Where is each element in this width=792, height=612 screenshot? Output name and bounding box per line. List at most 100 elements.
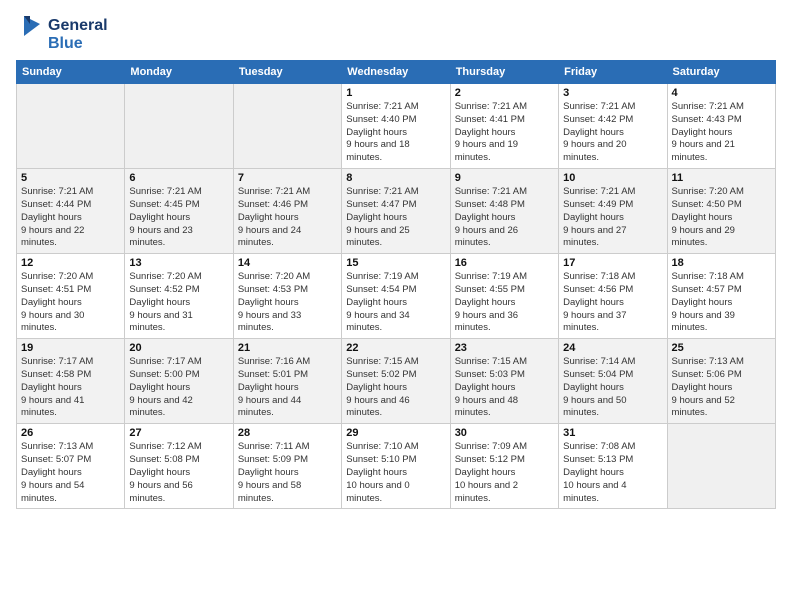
- day-number: 16: [455, 257, 554, 269]
- day-number: 14: [238, 257, 337, 269]
- day-info: Sunrise: 7:21 AMSunset: 4:49 PMDaylight …: [563, 186, 662, 250]
- calendar-week-5: 26 Sunrise: 7:13 AMSunset: 5:07 PMDayligh…: [17, 424, 776, 509]
- calendar-cell: 8 Sunrise: 7:21 AMSunset: 4:47 PMDaylight…: [342, 169, 450, 254]
- day-info: Sunrise: 7:19 AMSunset: 4:55 PMDaylight …: [455, 271, 554, 335]
- calendar-cell: 29 Sunrise: 7:10 AMSunset: 5:10 PMDayligh…: [342, 424, 450, 509]
- day-number: 19: [21, 342, 120, 354]
- day-info: Sunrise: 7:17 AMSunset: 5:00 PMDaylight …: [129, 356, 228, 420]
- day-info: Sunrise: 7:10 AMSunset: 5:10 PMDaylight …: [346, 441, 445, 505]
- calendar-cell: 15 Sunrise: 7:19 AMSunset: 4:54 PMDayligh…: [342, 254, 450, 339]
- logo-svg: General Blue: [16, 10, 126, 54]
- day-number: 23: [455, 342, 554, 354]
- day-number: 29: [346, 427, 445, 439]
- day-number: 4: [672, 87, 771, 99]
- weekday-header-monday: Monday: [125, 61, 233, 84]
- calendar-cell: 12 Sunrise: 7:20 AMSunset: 4:51 PMDayligh…: [17, 254, 125, 339]
- day-number: 13: [129, 257, 228, 269]
- day-info: Sunrise: 7:19 AMSunset: 4:54 PMDaylight …: [346, 271, 445, 335]
- day-info: Sunrise: 7:21 AMSunset: 4:43 PMDaylight …: [672, 101, 771, 165]
- weekday-header-saturday: Saturday: [667, 61, 775, 84]
- svg-text:General: General: [48, 17, 108, 34]
- calendar-cell: 10 Sunrise: 7:21 AMSunset: 4:49 PMDayligh…: [559, 169, 667, 254]
- calendar-cell: 26 Sunrise: 7:13 AMSunset: 5:07 PMDayligh…: [17, 424, 125, 509]
- day-info: Sunrise: 7:21 AMSunset: 4:42 PMDaylight …: [563, 101, 662, 165]
- day-number: 25: [672, 342, 771, 354]
- day-number: 22: [346, 342, 445, 354]
- day-number: 6: [129, 172, 228, 184]
- calendar-cell: 17Sunrise: 7:18 AMSunset: 4:56 PMDayligh…: [559, 254, 667, 339]
- day-info: Sunrise: 7:20 AMSunset: 4:50 PMDaylight …: [672, 186, 771, 250]
- calendar-cell: 4 Sunrise: 7:21 AMSunset: 4:43 PMDaylight…: [667, 84, 775, 169]
- calendar-cell: 22Sunrise: 7:15 AMSunset: 5:02 PMDayligh…: [342, 339, 450, 424]
- day-info: Sunrise: 7:21 AMSunset: 4:41 PMDaylight …: [455, 101, 554, 165]
- calendar-cell: 7 Sunrise: 7:21 AMSunset: 4:46 PMDaylight…: [233, 169, 341, 254]
- day-info: Sunrise: 7:21 AMSunset: 4:47 PMDaylight …: [346, 186, 445, 250]
- calendar-cell: 5 Sunrise: 7:21 AMSunset: 4:44 PMDaylight…: [17, 169, 125, 254]
- calendar-cell: [17, 84, 125, 169]
- day-number: 21: [238, 342, 337, 354]
- day-number: 5: [21, 172, 120, 184]
- calendar-cell: 18 Sunrise: 7:18 AMSunset: 4:57 PMDayligh…: [667, 254, 775, 339]
- day-number: 9: [455, 172, 554, 184]
- day-number: 28: [238, 427, 337, 439]
- calendar-cell: [667, 424, 775, 509]
- weekday-header-sunday: Sunday: [17, 61, 125, 84]
- day-info: Sunrise: 7:21 AMSunset: 4:44 PMDaylight …: [21, 186, 120, 250]
- weekday-header-friday: Friday: [559, 61, 667, 84]
- day-number: 12: [21, 257, 120, 269]
- weekday-header-thursday: Thursday: [450, 61, 558, 84]
- calendar-cell: 11 Sunrise: 7:20 AMSunset: 4:50 PMDayligh…: [667, 169, 775, 254]
- day-number: 24: [563, 342, 662, 354]
- calendar-header-row: SundayMondayTuesdayWednesdayThursdayFrid…: [17, 61, 776, 84]
- day-info: Sunrise: 7:21 AMSunset: 4:46 PMDaylight …: [238, 186, 337, 250]
- calendar-cell: [125, 84, 233, 169]
- calendar-week-2: 5 Sunrise: 7:21 AMSunset: 4:44 PMDaylight…: [17, 169, 776, 254]
- day-number: 8: [346, 172, 445, 184]
- weekday-header-tuesday: Tuesday: [233, 61, 341, 84]
- day-info: Sunrise: 7:15 AMSunset: 5:03 PMDaylight …: [455, 356, 554, 420]
- day-info: Sunrise: 7:21 AMSunset: 4:45 PMDaylight …: [129, 186, 228, 250]
- day-info: Sunrise: 7:20 AMSunset: 4:53 PMDaylight …: [238, 271, 337, 335]
- calendar-cell: 19Sunrise: 7:17 AMSunset: 4:58 PMDayligh…: [17, 339, 125, 424]
- page: General Blue SundayMondayTuesdayWednesda…: [0, 0, 792, 612]
- calendar-cell: 23 Sunrise: 7:15 AMSunset: 5:03 PMDayligh…: [450, 339, 558, 424]
- day-info: Sunrise: 7:12 AMSunset: 5:08 PMDaylight …: [129, 441, 228, 505]
- calendar-cell: 14 Sunrise: 7:20 AMSunset: 4:53 PMDayligh…: [233, 254, 341, 339]
- day-info: Sunrise: 7:20 AMSunset: 4:51 PMDaylight …: [21, 271, 120, 335]
- calendar-cell: 2Sunrise: 7:21 AMSunset: 4:41 PMDaylight…: [450, 84, 558, 169]
- day-number: 7: [238, 172, 337, 184]
- calendar-cell: 9Sunrise: 7:21 AMSunset: 4:48 PMDaylight…: [450, 169, 558, 254]
- calendar-cell: 3 Sunrise: 7:21 AMSunset: 4:42 PMDaylight…: [559, 84, 667, 169]
- day-info: Sunrise: 7:09 AMSunset: 5:12 PMDaylight …: [455, 441, 554, 505]
- day-info: Sunrise: 7:14 AMSunset: 5:04 PMDaylight …: [563, 356, 662, 420]
- calendar-week-3: 12 Sunrise: 7:20 AMSunset: 4:51 PMDayligh…: [17, 254, 776, 339]
- day-number: 3: [563, 87, 662, 99]
- calendar-cell: 21Sunrise: 7:16 AMSunset: 5:01 PMDayligh…: [233, 339, 341, 424]
- day-info: Sunrise: 7:13 AMSunset: 5:06 PMDaylight …: [672, 356, 771, 420]
- calendar-week-1: 1 Sunrise: 7:21 AMSunset: 4:40 PMDaylight…: [17, 84, 776, 169]
- calendar-cell: 1 Sunrise: 7:21 AMSunset: 4:40 PMDaylight…: [342, 84, 450, 169]
- day-number: 10: [563, 172, 662, 184]
- day-info: Sunrise: 7:11 AMSunset: 5:09 PMDaylight …: [238, 441, 337, 505]
- day-number: 18: [672, 257, 771, 269]
- day-info: Sunrise: 7:13 AMSunset: 5:07 PMDaylight …: [21, 441, 120, 505]
- day-info: Sunrise: 7:18 AMSunset: 4:56 PMDaylight …: [563, 271, 662, 335]
- weekday-header-wednesday: Wednesday: [342, 61, 450, 84]
- day-info: Sunrise: 7:08 AMSunset: 5:13 PMDaylight …: [563, 441, 662, 505]
- calendar-cell: 16 Sunrise: 7:19 AMSunset: 4:55 PMDayligh…: [450, 254, 558, 339]
- calendar-table: SundayMondayTuesdayWednesdayThursdayFrid…: [16, 60, 776, 509]
- day-number: 15: [346, 257, 445, 269]
- svg-text:Blue: Blue: [48, 35, 83, 52]
- calendar-cell: 13 Sunrise: 7:20 AMSunset: 4:52 PMDayligh…: [125, 254, 233, 339]
- day-number: 26: [21, 427, 120, 439]
- day-info: Sunrise: 7:18 AMSunset: 4:57 PMDaylight …: [672, 271, 771, 335]
- logo: General Blue: [16, 10, 126, 54]
- day-number: 1: [346, 87, 445, 99]
- calendar-cell: 28 Sunrise: 7:11 AMSunset: 5:09 PMDayligh…: [233, 424, 341, 509]
- calendar-cell: 25 Sunrise: 7:13 AMSunset: 5:06 PMDayligh…: [667, 339, 775, 424]
- calendar-cell: 31Sunrise: 7:08 AMSunset: 5:13 PMDayligh…: [559, 424, 667, 509]
- day-info: Sunrise: 7:21 AMSunset: 4:40 PMDaylight …: [346, 101, 445, 165]
- day-number: 11: [672, 172, 771, 184]
- day-info: Sunrise: 7:20 AMSunset: 4:52 PMDaylight …: [129, 271, 228, 335]
- calendar-cell: 27Sunrise: 7:12 AMSunset: 5:08 PMDayligh…: [125, 424, 233, 509]
